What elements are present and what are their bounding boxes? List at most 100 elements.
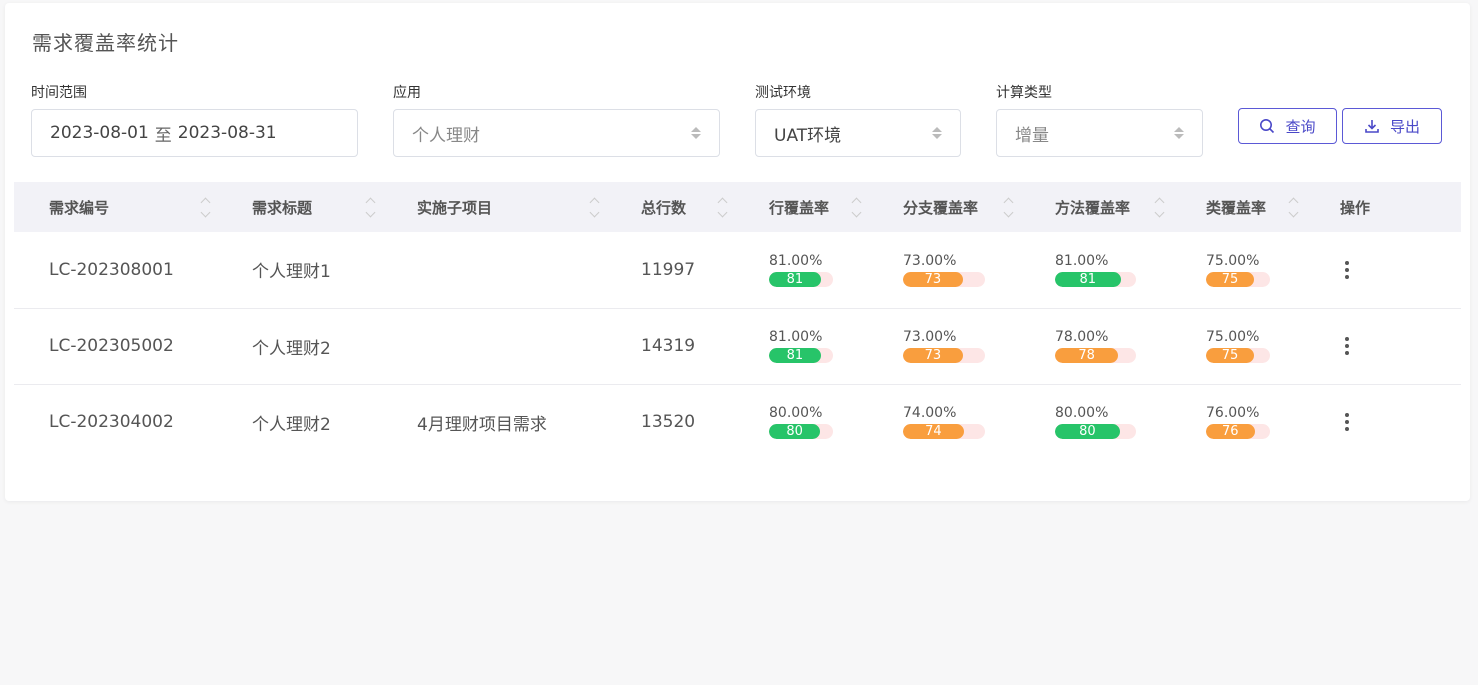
download-icon (1365, 120, 1379, 133)
coverage-card: 需求覆盖率统计 时间范围 2023-08-01 至 2023-08-31 应用 … (5, 3, 1470, 501)
coverage-percent: 73.00% (903, 252, 957, 269)
coverage-percent: 80.00% (769, 405, 823, 422)
col-header-line-cov[interactable]: 行覆盖率 (734, 182, 868, 232)
cell-line-cov: 81.00% 81 (734, 308, 868, 384)
col-header-class-cov[interactable]: 类覆盖率 (1171, 182, 1305, 232)
cell-branch-cov: 73.00% 73 (868, 308, 1020, 384)
sort-icon (717, 197, 728, 217)
coverage-bar-fill: 75 (1206, 348, 1254, 363)
coverage-bar-fill: 81 (769, 348, 821, 363)
app-filter: 应用 个人理财 (393, 83, 720, 157)
cell-id: LC-202308001 (49, 259, 174, 280)
col-header-title[interactable]: 需求标题 (217, 182, 382, 232)
col-header-lines[interactable]: 总行数 (606, 182, 734, 232)
more-vertical-icon[interactable] (1345, 337, 1349, 355)
time-range-filter: 时间范围 2023-08-01 至 2023-08-31 (31, 83, 358, 157)
coverage-bar: 80 (1055, 424, 1136, 440)
more-vertical-icon[interactable] (1345, 413, 1349, 432)
coverage-bar: 76 (1206, 424, 1270, 440)
cell-class-cov: 76.00% 76 (1171, 384, 1305, 460)
cell-id: LC-202304002 (49, 412, 174, 433)
col-header-actions: 操作 (1340, 198, 1371, 217)
cell-actions (1305, 308, 1461, 384)
coverage-bar: 74 (903, 424, 985, 440)
coverage-percent: 80.00% (1055, 405, 1109, 422)
more-vertical-icon[interactable] (1345, 260, 1349, 279)
query-button-label: 查询 (1285, 117, 1316, 136)
cell-title: 个人理财2 (252, 414, 331, 435)
coverage-table: 需求编号 需求标题 实施子项目 总行数 行覆盖率 分支覆盖率 方法覆盖率 类覆盖… (14, 182, 1461, 460)
coverage-bar: 81 (769, 348, 833, 363)
coverage-bar-fill: 80 (1055, 424, 1120, 440)
col-header-subproject[interactable]: 实施子项目 (382, 182, 606, 232)
cell-subproject (382, 232, 606, 308)
cell-subproject: 4月理财项目需求 (417, 414, 547, 435)
search-icon (1260, 119, 1275, 134)
cell-method-cov: 80.00% 80 (1020, 384, 1171, 460)
export-button-label: 导出 (1389, 117, 1420, 136)
coverage-bar-fill: 81 (1055, 271, 1121, 287)
cell-lines: 13520 (641, 412, 696, 433)
sort-icon (589, 197, 600, 217)
env-select[interactable]: UAT环境 (755, 109, 961, 157)
sort-icon (1154, 197, 1165, 217)
cell-branch-cov: 74.00% 74 (868, 384, 1020, 460)
env-filter: 测试环境 UAT环境 (755, 83, 961, 157)
coverage-bar: 73 (903, 348, 985, 363)
coverage-percent: 81.00% (769, 252, 823, 269)
sort-icon (1003, 197, 1014, 217)
cell-lines: 14319 (641, 336, 696, 356)
calc-type-select-value: 增量 (1015, 125, 1049, 146)
cell-actions (1305, 232, 1461, 308)
coverage-percent: 81.00% (1055, 252, 1109, 269)
coverage-bar-fill: 74 (903, 424, 964, 440)
coverage-bar: 75 (1206, 271, 1270, 287)
select-caret-icon (1174, 127, 1184, 139)
calc-type-select[interactable]: 增量 (996, 109, 1203, 157)
time-range-picker[interactable]: 2023-08-01 至 2023-08-31 (31, 109, 358, 157)
coverage-percent: 81.00% (769, 329, 823, 345)
coverage-bar-fill: 76 (1206, 424, 1255, 440)
table-row: LC-202305002 个人理财2 14319 81.00% 81 73.00% 73 78… (14, 308, 1461, 384)
table-header-row: 需求编号 需求标题 实施子项目 总行数 行覆盖率 分支覆盖率 方法覆盖率 类覆盖… (14, 182, 1461, 232)
cell-class-cov: 75.00% 75 (1171, 308, 1305, 384)
coverage-bar-fill: 81 (769, 271, 821, 287)
cell-method-cov: 78.00% 78 (1020, 308, 1171, 384)
coverage-percent: 73.00% (903, 329, 957, 345)
app-select[interactable]: 个人理财 (393, 109, 720, 157)
cell-line-cov: 80.00% 80 (734, 384, 868, 460)
cell-actions (1305, 384, 1461, 460)
coverage-bar-fill: 73 (903, 271, 963, 287)
coverage-bar-fill: 80 (769, 424, 821, 440)
col-header-branch-cov[interactable]: 分支覆盖率 (868, 182, 1020, 232)
coverage-percent: 75.00% (1206, 329, 1260, 345)
coverage-percent: 78.00% (1055, 329, 1109, 345)
env-select-value: UAT环境 (774, 125, 842, 146)
coverage-bar: 75 (1206, 348, 1270, 363)
cell-class-cov: 75.00% 75 (1171, 232, 1305, 308)
coverage-bar: 81 (769, 271, 833, 287)
sort-icon (1288, 197, 1299, 217)
coverage-percent: 74.00% (903, 405, 957, 422)
time-range-end: 2023-08-31 (177, 123, 277, 143)
query-button[interactable]: 查询 (1238, 108, 1337, 144)
sort-icon (365, 197, 376, 217)
coverage-percent: 75.00% (1206, 252, 1260, 269)
cell-title: 个人理财1 (252, 262, 331, 283)
coverage-percent: 76.00% (1206, 405, 1260, 422)
cell-branch-cov: 73.00% 73 (868, 232, 1020, 308)
calc-type-filter: 计算类型 增量 (996, 83, 1203, 157)
env-label: 测试环境 (755, 85, 811, 101)
coverage-bar-fill: 78 (1055, 348, 1119, 363)
table-row: LC-202304002 个人理财2 4月理财项目需求 13520 80.00% 80 74… (14, 384, 1461, 460)
cell-id: LC-202305002 (49, 336, 174, 356)
col-header-method-cov[interactable]: 方法覆盖率 (1020, 182, 1171, 232)
sort-icon (200, 197, 211, 217)
cell-lines: 11997 (641, 259, 696, 280)
export-button[interactable]: 导出 (1342, 108, 1442, 144)
cell-line-cov: 81.00% 81 (734, 232, 868, 308)
col-header-id[interactable]: 需求编号 (14, 182, 217, 232)
coverage-bar: 81 (1055, 271, 1136, 287)
cell-method-cov: 81.00% 81 (1020, 232, 1171, 308)
app-select-value: 个人理财 (412, 125, 480, 146)
